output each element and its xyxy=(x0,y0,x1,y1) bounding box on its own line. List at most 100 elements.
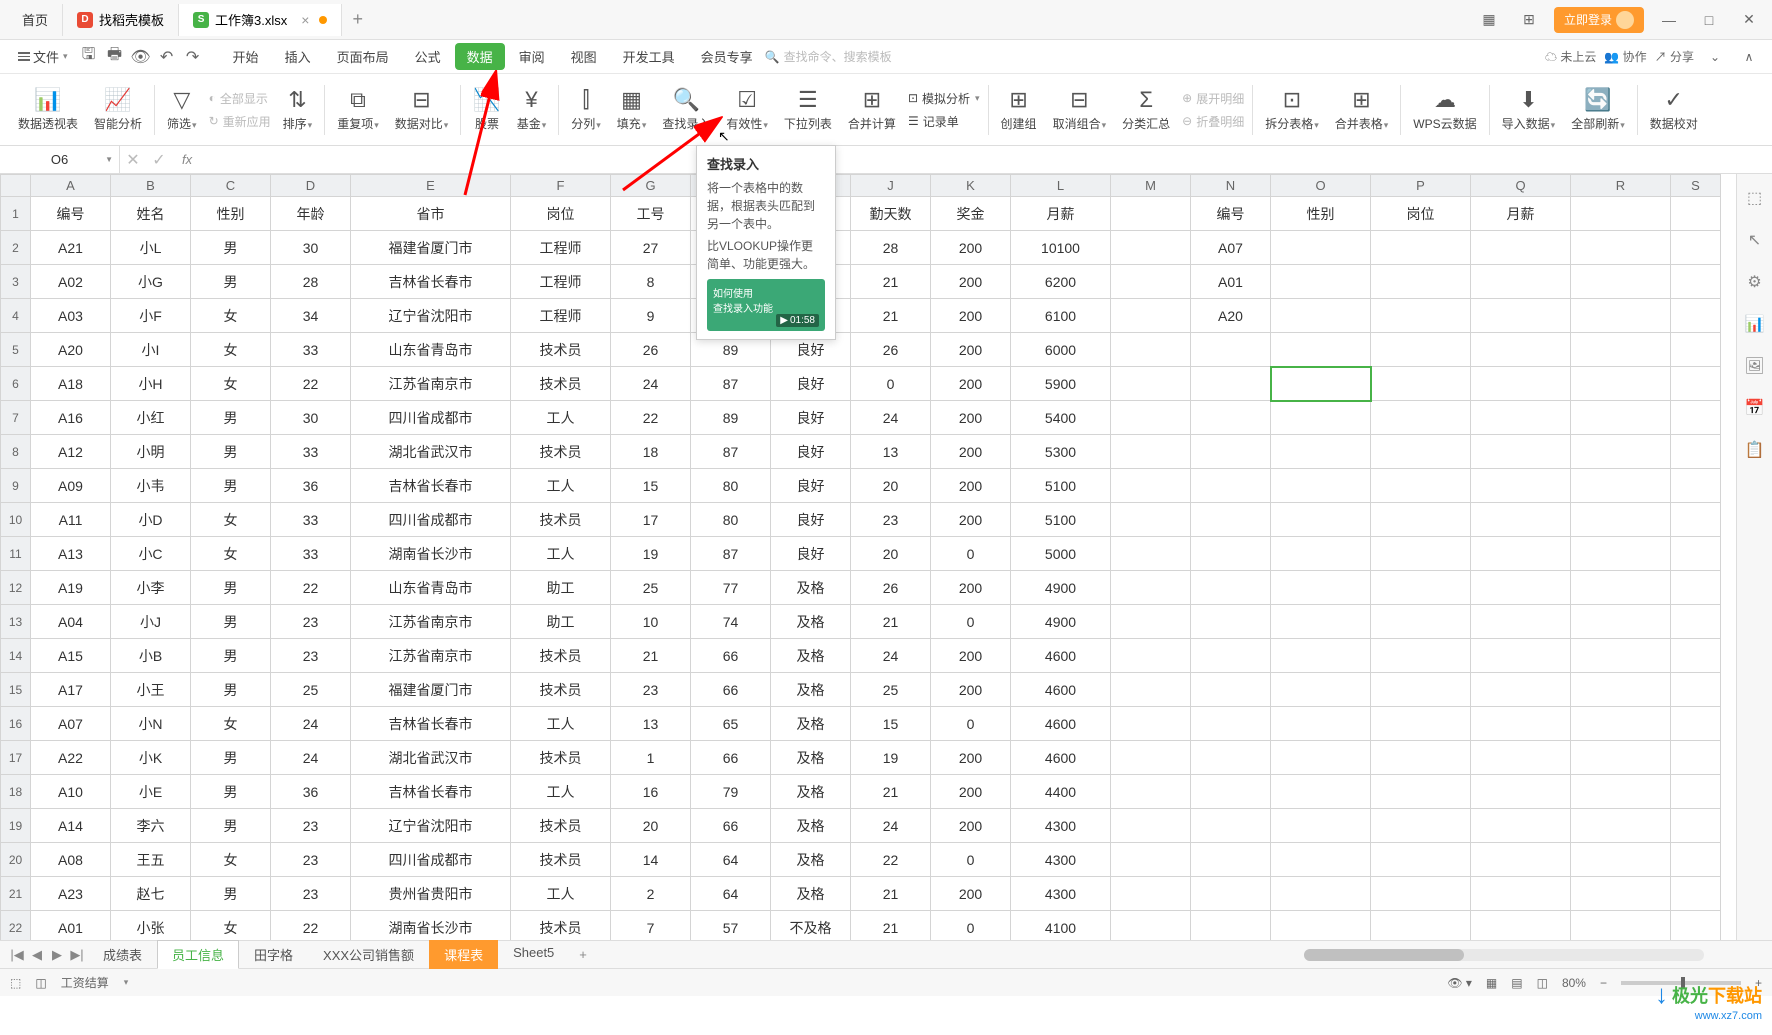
cell[interactable]: 小E xyxy=(111,775,191,809)
cell[interactable] xyxy=(1371,299,1471,333)
cell[interactable]: 男 xyxy=(191,401,271,435)
cell[interactable] xyxy=(1191,435,1271,469)
cell[interactable] xyxy=(1111,299,1191,333)
cell[interactable]: 女 xyxy=(191,503,271,537)
row-header[interactable]: 7 xyxy=(1,401,31,435)
view-page-icon[interactable]: ▤ xyxy=(1511,976,1522,990)
validation-button[interactable]: ☑有效性▾ xyxy=(718,80,776,140)
row-header[interactable]: 8 xyxy=(1,435,31,469)
minimize-button[interactable]: — xyxy=(1654,5,1684,35)
cell[interactable] xyxy=(1371,265,1471,299)
cell[interactable]: 男 xyxy=(191,741,271,775)
cell[interactable]: 26 xyxy=(851,333,931,367)
cell[interactable]: 及格 xyxy=(771,673,851,707)
cell[interactable]: 辽宁省沈阳市 xyxy=(351,809,511,843)
cell[interactable] xyxy=(1471,775,1571,809)
cell[interactable] xyxy=(1471,469,1571,503)
cell[interactable]: 女 xyxy=(191,911,271,941)
cell[interactable] xyxy=(1111,877,1191,911)
cell[interactable]: 助工 xyxy=(511,571,611,605)
cell[interactable]: 小G xyxy=(111,265,191,299)
cell[interactable] xyxy=(1571,571,1671,605)
cell[interactable]: 1 xyxy=(611,741,691,775)
cell[interactable]: 26 xyxy=(851,571,931,605)
cell[interactable]: 男 xyxy=(191,571,271,605)
cell[interactable]: 200 xyxy=(931,673,1011,707)
sheet-tab[interactable]: Sheet5 xyxy=(498,940,569,969)
col-header[interactable]: L xyxy=(1011,175,1111,197)
cell[interactable]: 技术员 xyxy=(511,503,611,537)
cell[interactable]: 2 xyxy=(611,877,691,911)
split-table-button[interactable]: ⊡拆分表格▾ xyxy=(1257,80,1327,140)
cell[interactable]: 23 xyxy=(611,673,691,707)
cell[interactable]: 小韦 xyxy=(111,469,191,503)
col-header[interactable]: D xyxy=(271,175,351,197)
side-clipboard-icon[interactable]: 📋 xyxy=(1743,438,1767,462)
cell[interactable] xyxy=(1371,469,1471,503)
col-header[interactable]: O xyxy=(1271,175,1371,197)
cell[interactable] xyxy=(1471,707,1571,741)
row-header[interactable]: 11 xyxy=(1,537,31,571)
cell[interactable] xyxy=(1571,843,1671,877)
cell[interactable]: 女 xyxy=(191,299,271,333)
cell[interactable] xyxy=(1671,231,1721,265)
cell[interactable]: 30 xyxy=(271,231,351,265)
cell[interactable] xyxy=(1471,231,1571,265)
cell[interactable] xyxy=(1371,333,1471,367)
cell[interactable] xyxy=(1191,537,1271,571)
cell[interactable] xyxy=(1271,537,1371,571)
cell[interactable] xyxy=(1371,571,1471,605)
close-button[interactable]: ✕ xyxy=(1734,5,1764,35)
cell[interactable] xyxy=(1111,911,1191,941)
cell[interactable]: A22 xyxy=(31,741,111,775)
cell[interactable]: A23 xyxy=(31,877,111,911)
cell[interactable] xyxy=(1271,741,1371,775)
cell[interactable]: 14 xyxy=(611,843,691,877)
cell[interactable]: A12 xyxy=(31,435,111,469)
cell[interactable]: 4100 xyxy=(1011,911,1111,941)
cell[interactable]: 4600 xyxy=(1011,741,1111,775)
cell[interactable]: 24 xyxy=(271,741,351,775)
header-cell[interactable]: 性别 xyxy=(191,197,271,231)
cell[interactable] xyxy=(1671,877,1721,911)
collapse-detail-button[interactable]: ⊖ 折叠明细 xyxy=(1178,111,1248,132)
col-header[interactable]: A xyxy=(31,175,111,197)
cell[interactable]: 赵七 xyxy=(111,877,191,911)
col-header[interactable]: E xyxy=(351,175,511,197)
tab-home[interactable]: 首页 xyxy=(8,4,63,36)
cell[interactable]: 33 xyxy=(271,537,351,571)
cell[interactable] xyxy=(1111,231,1191,265)
cell[interactable]: 200 xyxy=(931,231,1011,265)
cell[interactable] xyxy=(1471,435,1571,469)
row-header[interactable]: 20 xyxy=(1,843,31,877)
cell[interactable]: 200 xyxy=(931,503,1011,537)
cell[interactable]: 21 xyxy=(851,911,931,941)
cell[interactable]: 25 xyxy=(611,571,691,605)
cell[interactable]: 9 xyxy=(611,299,691,333)
cell[interactable]: 0 xyxy=(931,707,1011,741)
cell[interactable]: 21 xyxy=(611,639,691,673)
sheet-tab[interactable]: 田字格 xyxy=(239,940,308,969)
cell[interactable] xyxy=(1671,775,1721,809)
cell[interactable]: 19 xyxy=(851,741,931,775)
cell[interactable]: 21 xyxy=(851,877,931,911)
cell[interactable] xyxy=(1571,537,1671,571)
cell[interactable] xyxy=(1191,639,1271,673)
cell[interactable]: 64 xyxy=(691,843,771,877)
cell[interactable]: 技术员 xyxy=(511,843,611,877)
cell[interactable]: A01 xyxy=(31,911,111,941)
cell[interactable]: 4600 xyxy=(1011,707,1111,741)
menu-tab-8[interactable]: 会员专享 xyxy=(689,43,765,70)
cell[interactable]: 16 xyxy=(611,775,691,809)
cell[interactable]: 男 xyxy=(191,435,271,469)
cell[interactable]: A18 xyxy=(31,367,111,401)
row-header[interactable]: 9 xyxy=(1,469,31,503)
cell[interactable]: 22 xyxy=(271,911,351,941)
status-readmode-icon[interactable]: ◫ xyxy=(35,976,46,990)
cell[interactable]: 4300 xyxy=(1011,877,1111,911)
cell[interactable]: 15 xyxy=(851,707,931,741)
cell[interactable]: 小王 xyxy=(111,673,191,707)
cell[interactable]: 吉林省长春市 xyxy=(351,265,511,299)
row-header[interactable]: 15 xyxy=(1,673,31,707)
file-menu[interactable]: 文件▾ xyxy=(10,40,76,73)
